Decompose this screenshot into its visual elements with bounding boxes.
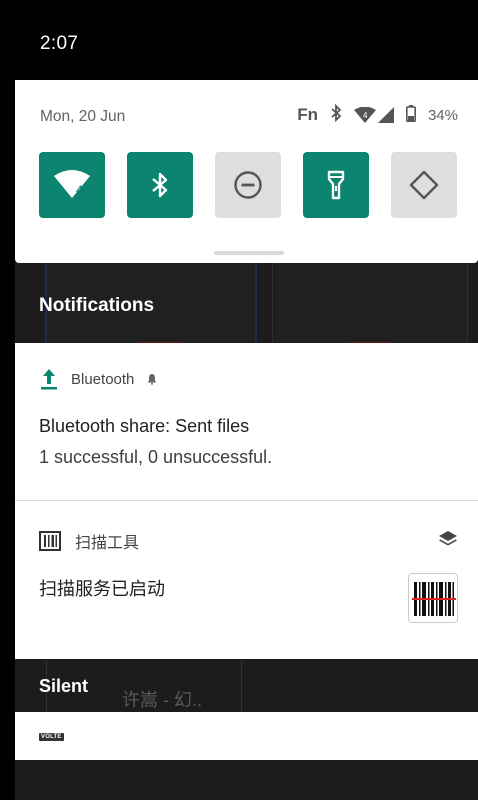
barcode-app-icon (39, 531, 61, 551)
fn-indicator: Fn (297, 105, 318, 124)
status-time: 2:07 (40, 33, 79, 54)
scanner-notification-header: 扫描工具 (39, 529, 139, 553)
divider (15, 500, 478, 501)
svg-text:4: 4 (363, 111, 368, 120)
silent-header: Silent (39, 676, 89, 696)
alert-bell-icon (147, 374, 157, 385)
notifications-header: Notifications (39, 295, 155, 316)
svg-text:4: 4 (76, 183, 83, 197)
upload-icon (41, 369, 57, 390)
expand-handle[interactable] (214, 251, 284, 255)
wifi-signal-status-icon: 4 (353, 107, 394, 123)
battery-icon (405, 104, 416, 126)
bluetooth-status-icon (330, 103, 342, 126)
flashlight-tile[interactable] (303, 152, 369, 218)
battery-percent: 34% (427, 106, 458, 124)
notification-title: Bluetooth share: Sent files (39, 416, 250, 436)
do-not-disturb-tile[interactable] (215, 152, 281, 218)
barcode-scanner-icon (408, 573, 458, 623)
expand-layers-icon[interactable] (438, 529, 458, 554)
quick-settings-panel: Mon, 20 Jun Fn 4 34% 4 (15, 80, 478, 263)
scanner-notification-text: 扫描服务已启动 (39, 579, 165, 599)
flashlight-icon (327, 170, 345, 200)
date-label: Mon, 20 Jun (40, 108, 126, 125)
auto-rotate-tile[interactable] (391, 152, 457, 218)
scanner-app-name: 扫描工具 (75, 535, 140, 552)
auto-rotate-icon (409, 170, 439, 200)
wifi-icon: 4 (54, 170, 90, 198)
silent-notification-card[interactable]: VOLTE (15, 712, 478, 760)
notification-text: 1 successful, 0 unsuccessful. (39, 447, 273, 467)
quick-tiles: 4 (39, 152, 457, 218)
wifi-tile[interactable]: 4 (39, 152, 105, 218)
do-not-disturb-icon (234, 171, 262, 199)
status-icons: Fn 4 34% (297, 103, 458, 126)
bluetooth-tile[interactable] (127, 152, 193, 218)
bluetooth-icon (152, 172, 168, 198)
background-music-text: 许嵩 - 幻.. (122, 690, 202, 710)
bluetooth-app-name: Bluetooth (71, 370, 135, 388)
notification-card[interactable]: Bluetooth Bluetooth share: Sent files 1 … (15, 343, 478, 659)
status-bar: 2:07 (0, 0, 478, 80)
volte-badge: VOLTE (39, 733, 64, 741)
bluetooth-notification-header: Bluetooth (39, 367, 158, 391)
